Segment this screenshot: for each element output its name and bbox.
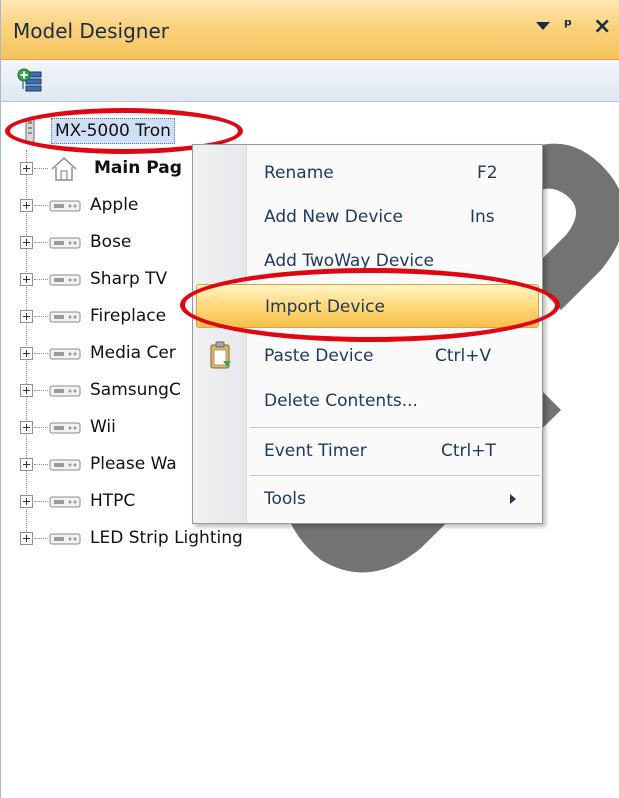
house-icon — [51, 156, 77, 181]
import-device-highlight-circle — [180, 268, 560, 342]
device-icon — [49, 422, 81, 434]
tree-connector — [34, 242, 48, 243]
add-device-tree-icon[interactable] — [17, 68, 43, 94]
menu-item-shortcut: Ctrl+T — [441, 441, 496, 461]
tree-item-label: Sharp TV — [90, 269, 168, 289]
tree-item-label: Please Wa — [90, 454, 177, 474]
menu-item-tools[interactable]: Tools — [193, 477, 542, 521]
tree-connector — [34, 501, 48, 502]
tree-item-device[interactable]: Fireplace — [1, 301, 201, 333]
clipboard-paste-icon — [210, 341, 231, 369]
menu-item-shortcut: Ins — [470, 207, 495, 227]
panel-title: Model Designer — [13, 19, 169, 43]
tree-item-label: Fireplace — [90, 306, 167, 326]
expand-icon[interactable] — [20, 310, 33, 323]
tree-connector — [34, 464, 48, 465]
tree-item-device[interactable]: Media Cer — [1, 338, 201, 370]
expand-icon[interactable] — [20, 421, 33, 434]
model-designer-panel: Model Designer ᵖ × MX-5000 Tron Main Pag… — [0, 0, 619, 798]
tree-item-device[interactable]: Apple — [1, 190, 201, 222]
tree-item-label: Main Pag — [94, 158, 182, 178]
expand-icon[interactable] — [20, 273, 33, 286]
tree-item-label: Apple — [90, 195, 139, 215]
device-icon — [49, 496, 81, 508]
tree-item-device[interactable]: HTPC — [1, 486, 201, 518]
tree-item-device[interactable]: SamsungC — [1, 375, 201, 407]
close-icon[interactable]: × — [593, 14, 611, 39]
device-icon — [49, 348, 81, 360]
tree-item-device[interactable]: Please Wa — [1, 449, 201, 481]
menu-item-shortcut: Ctrl+V — [435, 346, 492, 366]
expand-icon[interactable] — [20, 458, 33, 471]
tree-item-label: LED Strip Lighting — [90, 528, 243, 548]
tree-item-label: HTPC — [90, 491, 136, 511]
device-icon — [49, 200, 81, 212]
menu-item-label: Add New Device — [264, 207, 403, 227]
tree-connector — [34, 353, 48, 354]
device-icon — [49, 274, 81, 286]
expand-icon[interactable] — [20, 532, 33, 545]
menu-item-rename[interactable]: Rename F2 — [193, 151, 542, 195]
pin-icon[interactable]: ᵖ — [564, 16, 572, 36]
menu-separator — [250, 475, 540, 476]
tree-connector — [34, 168, 48, 169]
tree-connector — [34, 427, 48, 428]
expand-icon[interactable] — [20, 384, 33, 397]
tree-item-label: Bose — [90, 232, 132, 252]
menu-item-label: Event Timer — [264, 441, 367, 461]
panel-toolbar — [1, 60, 619, 102]
expand-icon[interactable] — [20, 236, 33, 249]
dropdown-arrow-icon[interactable] — [536, 22, 550, 30]
expand-icon[interactable] — [20, 162, 33, 175]
tree-connector — [34, 205, 48, 206]
menu-separator — [250, 427, 540, 428]
expand-icon[interactable] — [20, 347, 33, 360]
device-icon — [49, 237, 81, 249]
tree-item-device[interactable]: Bose — [1, 227, 201, 259]
device-icon — [49, 533, 81, 545]
tree-item-device[interactable]: LED Strip Lighting — [1, 523, 301, 555]
tree-connector — [34, 390, 48, 391]
expand-icon[interactable] — [20, 199, 33, 212]
panel-title-bar: Model Designer ᵖ × — [1, 0, 619, 60]
tree-item-label: SamsungC — [90, 380, 181, 400]
menu-item-label: Rename — [264, 163, 334, 183]
device-icon — [49, 311, 81, 323]
tree-connector — [34, 316, 48, 317]
menu-item-event-timer[interactable]: Event Timer Ctrl+T — [193, 429, 542, 473]
submenu-arrow-icon — [510, 494, 516, 504]
tree-item-device[interactable]: Sharp TV — [1, 264, 201, 296]
tree-item-main-page[interactable]: Main Pag — [1, 153, 201, 185]
menu-item-delete-contents[interactable]: Delete Contents... — [193, 379, 542, 423]
expand-icon[interactable] — [20, 495, 33, 508]
tree-item-label: Wii — [90, 417, 116, 437]
tree-item-label: Media Cer — [90, 343, 176, 363]
menu-item-shortcut: F2 — [477, 163, 498, 183]
tree-connector — [34, 538, 48, 539]
menu-item-add-new-device[interactable]: Add New Device Ins — [193, 195, 542, 239]
device-icon — [49, 459, 81, 471]
menu-item-label: Paste Device — [264, 346, 374, 366]
menu-item-label: Tools — [264, 489, 306, 509]
tree-item-device[interactable]: Wii — [1, 412, 201, 444]
device-icon — [49, 385, 81, 397]
menu-item-label: Delete Contents... — [264, 391, 418, 411]
tree-connector — [34, 279, 48, 280]
